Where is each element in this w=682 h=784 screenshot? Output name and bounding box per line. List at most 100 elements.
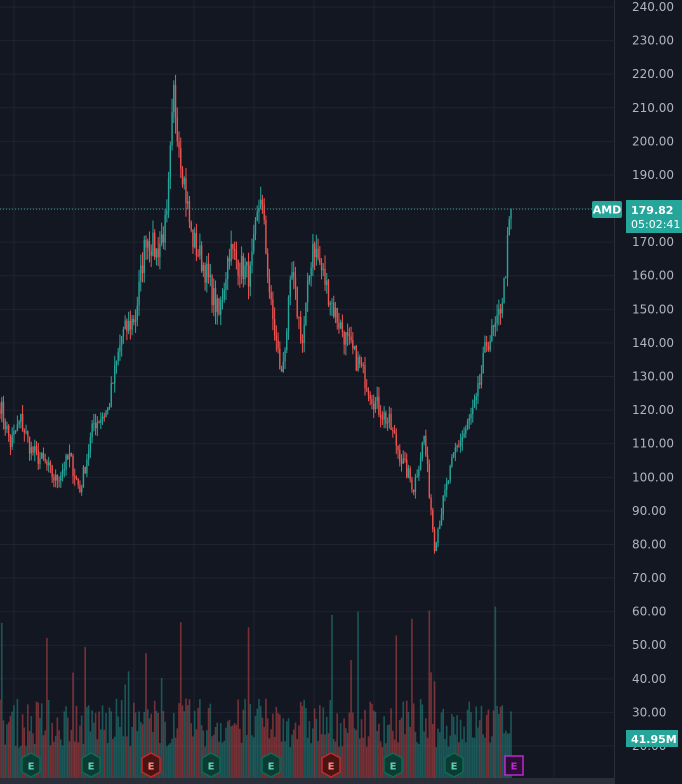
candle-body	[206, 263, 208, 283]
earnings-marker-label: E	[328, 762, 335, 773]
candle-body	[498, 308, 500, 316]
candle-body	[409, 468, 411, 480]
candle-body	[287, 297, 290, 331]
volume-bar	[192, 736, 194, 778]
candle-body	[47, 462, 50, 466]
earnings-marker-icon[interactable]: E	[444, 752, 464, 778]
volume-bar	[51, 722, 53, 778]
y-tick-label: 210.00	[632, 101, 674, 115]
volume-bar	[181, 705, 184, 778]
candle-body	[425, 435, 427, 456]
volume-bar	[70, 729, 73, 778]
volume-bar	[122, 736, 125, 778]
volume-bar	[61, 745, 64, 778]
volume-bar	[381, 747, 384, 778]
volume-bar	[16, 698, 19, 778]
volume-bar	[18, 747, 20, 778]
volume-bar	[482, 734, 484, 778]
candle-body	[333, 302, 335, 317]
volume-bar	[350, 660, 352, 778]
volume-bar	[120, 700, 123, 778]
earnings-marker-icon[interactable]: E	[21, 752, 41, 778]
candle-body	[6, 425, 8, 430]
volume-bar	[42, 735, 45, 778]
volume-bar	[171, 738, 173, 778]
volume-bar	[421, 704, 424, 778]
earnings-marker-icon[interactable]: E	[81, 752, 101, 778]
volume-bar	[249, 703, 252, 778]
candle-body	[364, 365, 366, 389]
chart-container[interactable]: 20.0030.0040.0050.0060.0070.0080.0090.00…	[0, 0, 682, 784]
volume-bar	[418, 744, 420, 778]
candle-body	[461, 437, 464, 443]
candle-body	[79, 484, 81, 492]
candle-body	[140, 265, 142, 282]
volume-bar	[193, 710, 196, 778]
bottom-scrollbar[interactable]	[0, 778, 614, 784]
candle-body	[213, 288, 215, 305]
volume-bar	[115, 698, 118, 778]
candle-body	[44, 458, 46, 462]
candle-body	[312, 243, 314, 268]
candle-body	[282, 361, 285, 372]
candle-body	[185, 177, 187, 204]
candle-body	[280, 368, 283, 372]
volume-bar	[237, 699, 239, 778]
volume-bar	[179, 622, 182, 778]
candle-body	[419, 457, 422, 470]
volume-bar	[374, 711, 377, 778]
volume-bar	[310, 743, 312, 778]
volume-bar	[252, 737, 255, 778]
volume-bar	[371, 703, 373, 778]
candle-body	[202, 265, 205, 272]
candle-body	[70, 453, 72, 457]
volume-bar	[499, 706, 502, 778]
candle-body	[390, 413, 392, 431]
volume-bar	[358, 738, 361, 778]
earnings-marker-icon[interactable]: E	[504, 755, 524, 776]
price-axis[interactable]: 20.0030.0040.0050.0060.0070.0080.0090.00…	[632, 0, 674, 753]
volume-bar	[242, 709, 245, 778]
volume-bar	[348, 712, 351, 778]
earnings-marker-icon[interactable]: E	[141, 752, 161, 778]
candle-body	[449, 466, 451, 481]
candle-body	[428, 464, 431, 498]
earnings-marker-icon[interactable]: E	[201, 752, 221, 778]
earnings-markers[interactable]: EEEEEEEEE	[21, 752, 524, 778]
volume-bar	[6, 724, 8, 778]
candle-body	[183, 177, 185, 185]
volume-bar	[305, 708, 307, 778]
candle-body	[353, 345, 356, 349]
candle-body	[468, 418, 470, 422]
volume-bar	[40, 703, 43, 778]
earnings-marker-icon[interactable]: E	[261, 752, 281, 778]
candle-body	[93, 423, 95, 425]
volume-bar	[440, 712, 443, 778]
price-chart[interactable]: 20.0030.0040.0050.0060.0070.0080.0090.00…	[0, 0, 682, 784]
candle-body	[510, 209, 512, 220]
volume-bar	[465, 742, 467, 778]
candle-body	[379, 414, 382, 419]
volume-bar	[303, 699, 305, 778]
candle-body	[296, 287, 298, 317]
earnings-marker-icon[interactable]: E	[383, 752, 403, 778]
volume-bar	[14, 745, 17, 778]
volume-bar	[79, 725, 81, 778]
candlesticks[interactable]	[0, 74, 512, 554]
volume-bar	[53, 741, 55, 778]
candle-body	[68, 453, 71, 460]
y-tick-label: 100.00	[632, 470, 674, 484]
candle-body	[277, 340, 279, 349]
earnings-marker-icon[interactable]: E	[321, 752, 341, 778]
candle-body	[155, 248, 158, 258]
candle-body	[279, 348, 281, 369]
candle-body	[432, 509, 434, 530]
candle-body	[94, 423, 97, 429]
candle-body	[374, 401, 377, 410]
volume-bar	[247, 627, 250, 778]
candle-body	[491, 325, 493, 342]
volume-bar	[258, 699, 260, 778]
candle-body	[260, 199, 262, 209]
volume-bar	[127, 671, 130, 778]
candle-body	[56, 475, 59, 481]
